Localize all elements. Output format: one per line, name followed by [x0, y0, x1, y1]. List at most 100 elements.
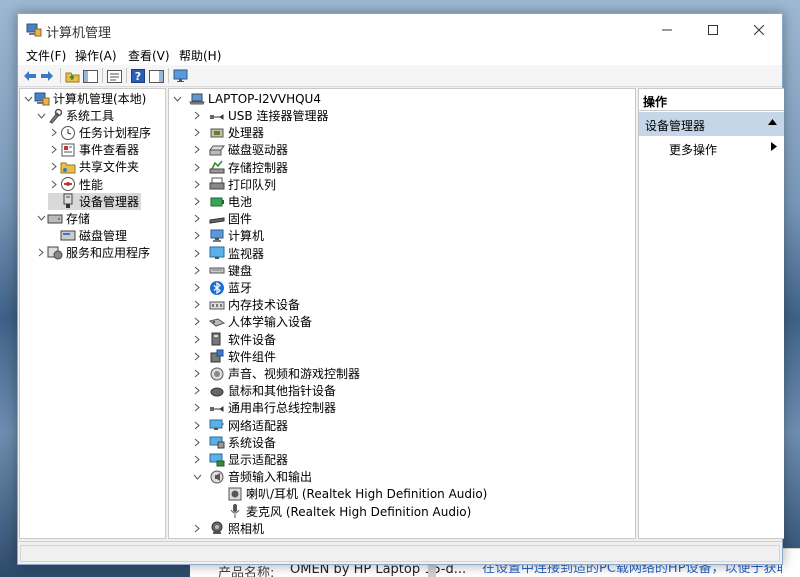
expand-arrow-icon[interactable]	[191, 141, 203, 158]
tree-node[interactable]: 系统工具	[35, 107, 114, 124]
expand-arrow-icon[interactable]	[191, 227, 203, 244]
actions-group-device-manager[interactable]: 设备管理器	[639, 112, 784, 136]
device-label: 电池	[228, 195, 253, 209]
close-button[interactable]	[736, 14, 782, 45]
device-category[interactable]: 软件组件	[191, 348, 276, 365]
show-hide-tree-button[interactable]	[81, 67, 99, 85]
device-label: 人体学输入设备	[228, 315, 313, 330]
expand-arrow-icon[interactable]	[48, 176, 60, 193]
tree-node[interactable]: 服务和应用程序	[35, 244, 150, 261]
expand-arrow-icon[interactable]	[191, 176, 203, 193]
device-manager-icon	[63, 193, 73, 209]
tree-node[interactable]: 性能	[48, 176, 103, 193]
device-category[interactable]: 显示适配器	[191, 451, 288, 468]
scan-hardware-button[interactable]	[171, 67, 189, 85]
up-folder-button[interactable]	[63, 67, 81, 85]
expand-arrow-icon[interactable]	[191, 245, 203, 262]
monitor-icon	[209, 246, 225, 260]
device-item[interactable]: 喇叭/耳机 (Realtek High Definition Audio)	[211, 485, 487, 502]
expand-arrow-icon[interactable]	[191, 313, 203, 330]
device-item[interactable]: 麦克风 (Realtek High Definition Audio)	[211, 503, 471, 520]
properties-button[interactable]	[105, 67, 123, 85]
tree-node[interactable]: 任务计划程序	[48, 124, 151, 141]
laptop-icon	[189, 93, 205, 104]
expand-arrow-icon[interactable]	[191, 417, 203, 434]
device-category[interactable]: 软件设备	[191, 331, 276, 348]
device-category[interactable]: 存储控制器	[191, 159, 288, 176]
device-category[interactable]: 固件	[191, 210, 252, 227]
device-category[interactable]: 计算机	[191, 227, 264, 244]
show-hide-action-pane-button[interactable]	[147, 67, 165, 85]
menu-file[interactable]: 文件(F)	[26, 47, 66, 64]
device-category[interactable]: 音频输入和输出	[191, 468, 312, 485]
tree-node-label: 磁盘管理	[79, 228, 128, 243]
expand-arrow-icon[interactable]	[48, 141, 60, 158]
computer-management-window: 计算机管理 文件(F) 操作(A) 查看(V) 帮助(H) ? 计算机管理(本地…	[17, 13, 784, 565]
network-adapter-icon	[209, 419, 224, 431]
expand-arrow-icon[interactable]	[191, 210, 203, 227]
device-category[interactable]: 蓝牙	[191, 279, 252, 296]
tree-node[interactable]: 共享文件夹	[48, 158, 139, 175]
device-category[interactable]: 打印队列	[191, 176, 276, 193]
collapse-arrow-icon[interactable]	[22, 90, 34, 107]
svg-text:?: ?	[135, 70, 141, 83]
expand-arrow-icon[interactable]	[191, 262, 203, 279]
expand-arrow-icon[interactable]	[191, 520, 203, 537]
device-category[interactable]: 系统设备	[191, 434, 276, 451]
device-category[interactable]: 电池	[191, 193, 252, 210]
expand-arrow-icon[interactable]	[191, 193, 203, 210]
back-button[interactable]	[21, 67, 39, 85]
device-category[interactable]: 照相机	[191, 520, 264, 537]
expand-arrow-icon[interactable]	[48, 124, 60, 141]
expand-arrow-icon[interactable]	[191, 399, 203, 416]
forward-button[interactable]	[38, 67, 56, 85]
device-category[interactable]: 通用串行总线控制器	[191, 399, 336, 416]
expand-arrow-icon[interactable]	[191, 279, 203, 296]
collapse-up-icon[interactable]	[768, 118, 777, 128]
expand-arrow-icon[interactable]	[191, 451, 203, 468]
collapse-arrow-icon[interactable]	[35, 107, 47, 124]
device-category[interactable]: 人体学输入设备	[191, 313, 312, 330]
tree-node[interactable]: 计算机管理(本地)	[22, 90, 146, 107]
expand-arrow-icon[interactable]	[48, 158, 60, 175]
expand-arrow-icon[interactable]	[191, 348, 203, 365]
expand-arrow-icon[interactable]	[191, 107, 203, 124]
tree-node[interactable]: 存储	[35, 210, 90, 227]
expand-arrow-icon[interactable]	[191, 159, 203, 176]
device-category[interactable]: 声音、视频和游戏控制器	[191, 365, 360, 382]
menu-help[interactable]: 帮助(H)	[179, 47, 221, 64]
device-category[interactable]: 鼠标和其他指针设备	[191, 382, 336, 399]
maximize-button[interactable]	[690, 14, 736, 45]
minimize-button[interactable]	[644, 14, 690, 45]
tree-node[interactable]: 磁盘管理	[48, 227, 127, 244]
collapse-arrow-icon[interactable]	[171, 90, 183, 107]
expand-arrow-icon[interactable]	[191, 382, 203, 399]
collapse-arrow-icon[interactable]	[191, 468, 203, 485]
background-scrollbar[interactable]	[428, 563, 436, 577]
expand-arrow-icon[interactable]	[35, 244, 47, 261]
expand-arrow-icon[interactable]	[191, 331, 203, 348]
more-actions-item[interactable]: 更多操作	[639, 137, 784, 159]
device-category[interactable]: 监视器	[191, 245, 264, 262]
expand-arrow-icon[interactable]	[191, 434, 203, 451]
device-category[interactable]: 网络适配器	[191, 417, 288, 434]
tree-node[interactable]: 事件查看器	[48, 141, 139, 158]
device-category[interactable]: 内存技术设备	[191, 296, 300, 313]
menu-action[interactable]: 操作(A)	[75, 47, 117, 64]
expand-arrow-icon[interactable]	[191, 365, 203, 382]
expand-arrow-icon[interactable]	[191, 296, 203, 313]
expand-arrow-icon[interactable]	[191, 124, 203, 141]
device-category[interactable]: 磁盘驱动器	[191, 141, 288, 158]
menu-view[interactable]: 查看(V)	[128, 47, 170, 64]
device-category[interactable]: 键盘	[191, 262, 252, 279]
collapse-arrow-icon[interactable]	[35, 210, 47, 227]
device-root[interactable]: LAPTOP-I2VVHQU4	[171, 90, 321, 107]
device-category[interactable]: USB 连接器管理器	[191, 107, 328, 124]
usb-controller-icon	[210, 405, 224, 412]
tree-node[interactable]: 设备管理器	[48, 192, 142, 210]
close-icon	[754, 24, 764, 35]
title-bar[interactable]: 计算机管理	[18, 14, 782, 45]
help-button[interactable]: ?	[129, 67, 147, 85]
device-category[interactable]: 处理器	[191, 124, 264, 141]
